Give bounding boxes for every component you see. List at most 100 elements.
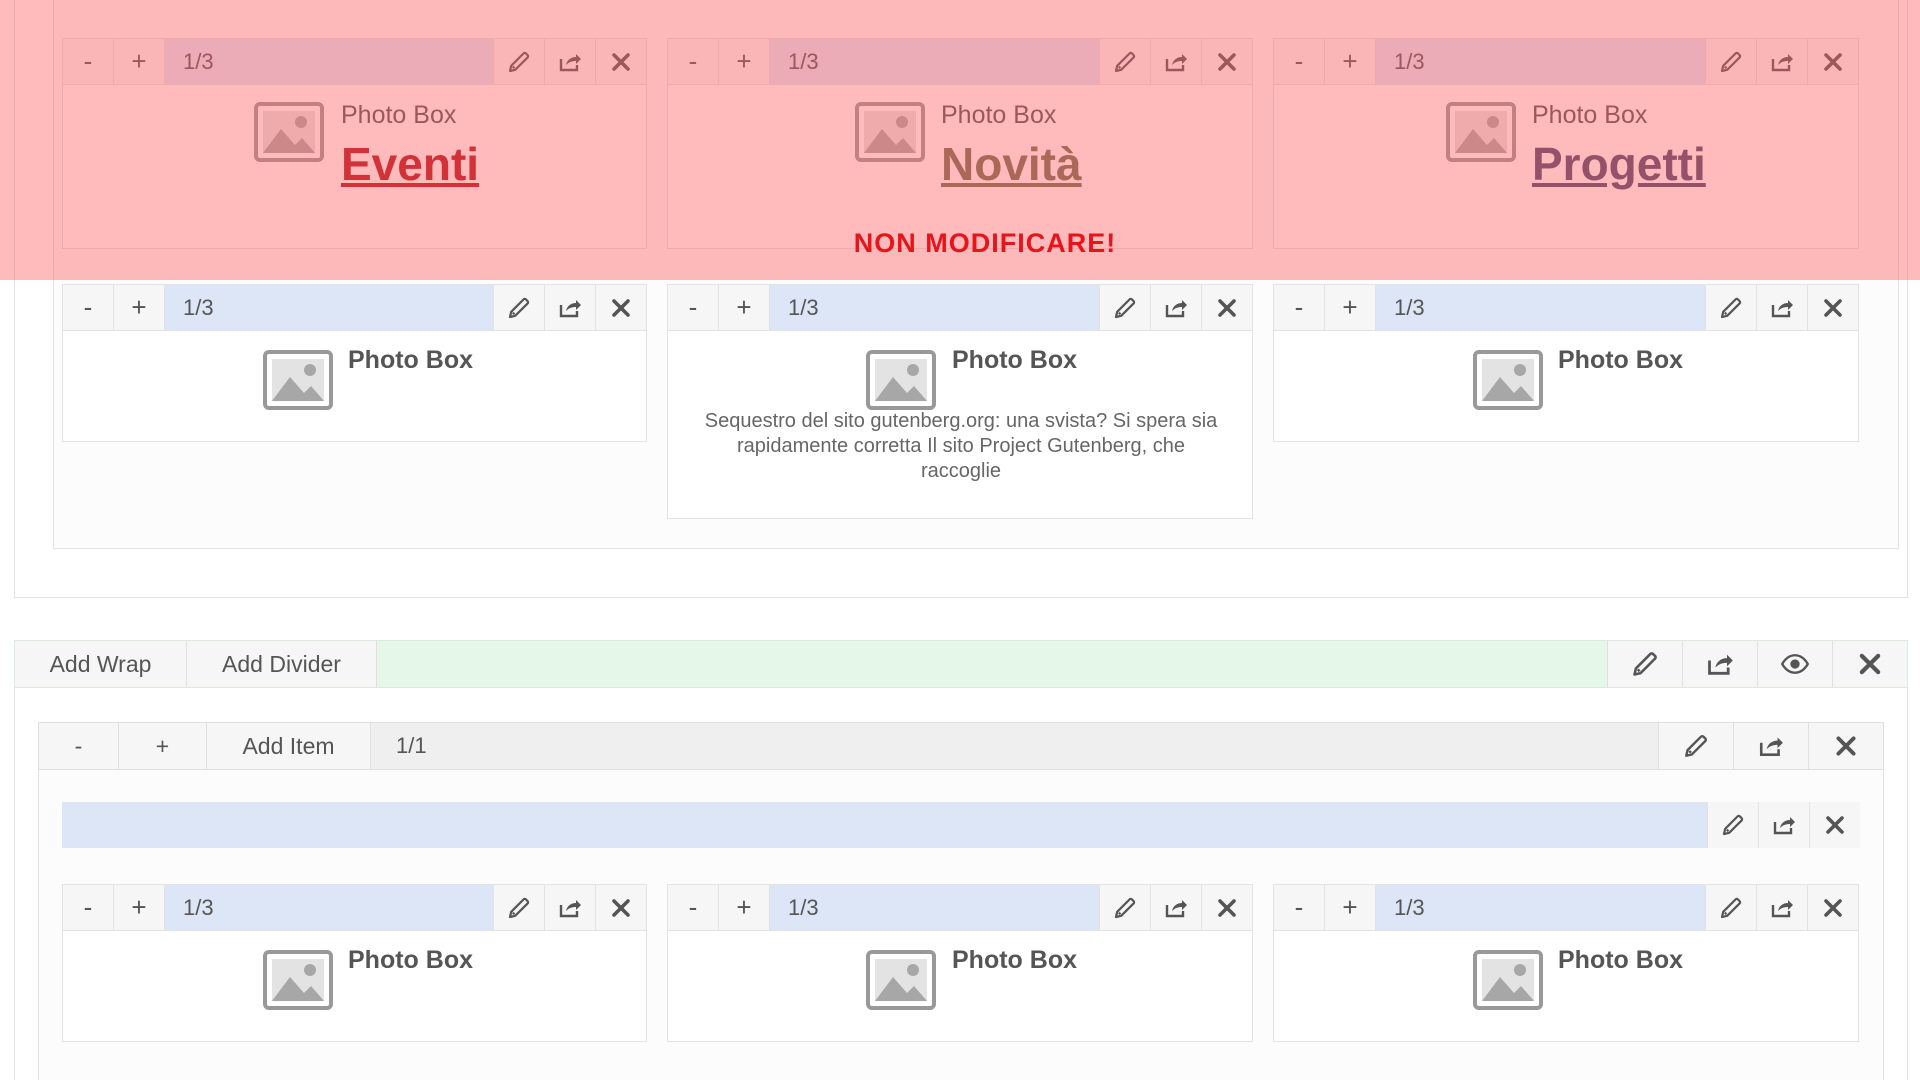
edit-button[interactable] — [1099, 285, 1150, 330]
edit-button[interactable] — [1705, 885, 1756, 930]
minus-button[interactable]: - — [668, 285, 719, 330]
close-icon — [1856, 650, 1884, 678]
move-button[interactable] — [1682, 641, 1757, 687]
excerpt-line: raccoglie — [920, 460, 1002, 482]
plus-button[interactable]: + — [1325, 285, 1376, 330]
minus-button[interactable]: - — [63, 39, 114, 84]
move-button[interactable] — [544, 39, 595, 84]
image-placeholder-icon — [254, 102, 324, 162]
add-divider-button[interactable]: Add Divider — [187, 641, 377, 687]
row-toolbar: - + Add Item 1/1 — [38, 722, 1884, 770]
edit-button[interactable] — [1099, 39, 1150, 84]
move-button[interactable] — [1756, 885, 1807, 930]
plus-button[interactable]: + — [119, 723, 207, 769]
move-button[interactable] — [1756, 285, 1807, 330]
pencil-icon — [1719, 896, 1743, 920]
share-icon — [558, 50, 582, 74]
minus-button[interactable]: - — [39, 723, 119, 769]
close-icon — [609, 896, 633, 920]
plus-button[interactable]: + — [114, 885, 165, 930]
close-icon — [1821, 896, 1845, 920]
minus-button[interactable]: - — [63, 285, 114, 330]
minus-button[interactable]: - — [1274, 285, 1325, 330]
delete-button[interactable] — [595, 285, 646, 330]
delete-button[interactable] — [1807, 39, 1858, 84]
share-icon — [1772, 813, 1796, 837]
close-icon — [1215, 296, 1239, 320]
edit-button[interactable] — [1707, 802, 1758, 848]
image-placeholder-icon — [855, 102, 925, 162]
share-icon — [1770, 296, 1794, 320]
photo-box: - + 1/3 Photo Box — [62, 284, 647, 442]
plus-button[interactable]: + — [114, 285, 165, 330]
photo-box: - + 1/3 Photo Box — [667, 884, 1253, 1042]
add-wrap-button[interactable]: Add Wrap — [15, 641, 187, 687]
delete-button[interactable] — [1807, 285, 1858, 330]
pencil-icon — [1113, 296, 1137, 320]
photo-box-title: Photo Box — [952, 346, 1077, 374]
move-button[interactable] — [1758, 802, 1809, 848]
add-item-button[interactable]: Add Item — [207, 723, 371, 769]
plus-button[interactable]: + — [719, 885, 770, 930]
photo-box-eventi: - + 1/3 Photo Box Eventi — [62, 38, 647, 249]
eye-icon — [1781, 650, 1809, 678]
move-button[interactable] — [1150, 39, 1201, 84]
move-button[interactable] — [1733, 723, 1808, 769]
edit-button[interactable] — [1705, 285, 1756, 330]
delete-button[interactable] — [1809, 802, 1860, 848]
photo-box-with-excerpt: - + 1/3 Photo Box Sequestro del sito gut… — [667, 284, 1253, 519]
minus-button[interactable]: - — [668, 39, 719, 84]
minus-button[interactable]: - — [1274, 39, 1325, 84]
delete-button[interactable] — [1201, 39, 1252, 84]
novita-link[interactable]: Novità — [941, 137, 1082, 191]
edit-button[interactable] — [1658, 723, 1733, 769]
progetti-link[interactable]: Progetti — [1532, 137, 1706, 191]
delete-button[interactable] — [595, 885, 646, 930]
minus-button[interactable]: - — [63, 885, 114, 930]
photo-box-title: Photo Box — [1558, 346, 1683, 374]
minus-button[interactable]: - — [668, 885, 719, 930]
move-button[interactable] — [1756, 39, 1807, 84]
edit-button[interactable] — [493, 285, 544, 330]
pencil-icon — [1113, 50, 1137, 74]
size-label: 1/3 — [183, 894, 214, 920]
plus-button[interactable]: + — [1325, 39, 1376, 84]
plus-button[interactable]: + — [719, 285, 770, 330]
minus-button[interactable]: - — [1274, 885, 1325, 930]
move-button[interactable] — [1150, 885, 1201, 930]
eventi-link[interactable]: Eventi — [341, 137, 479, 191]
photo-box: - + 1/3 Photo Box — [1273, 284, 1859, 442]
close-icon — [1823, 813, 1847, 837]
excerpt-line: Sequestro del sito gutenberg.org: una sv… — [704, 410, 1218, 432]
delete-button[interactable] — [595, 39, 646, 84]
photo-box-title: Photo Box — [952, 946, 1077, 974]
edit-button[interactable] — [1607, 641, 1682, 687]
plus-button[interactable]: + — [114, 39, 165, 84]
edit-button[interactable] — [493, 39, 544, 84]
share-icon — [1164, 296, 1188, 320]
delete-button[interactable] — [1832, 641, 1907, 687]
visibility-button[interactable] — [1757, 641, 1832, 687]
move-button[interactable] — [544, 285, 595, 330]
delete-button[interactable] — [1808, 723, 1883, 769]
pencil-icon — [1721, 813, 1745, 837]
move-button[interactable] — [544, 885, 595, 930]
close-icon — [1215, 50, 1239, 74]
plus-button[interactable]: + — [719, 39, 770, 84]
photo-box: - + 1/3 Photo Box — [1273, 884, 1859, 1042]
plus-button[interactable]: + — [1325, 885, 1376, 930]
edit-button[interactable] — [493, 885, 544, 930]
pencil-icon — [1113, 896, 1137, 920]
pencil-icon — [1719, 296, 1743, 320]
delete-button[interactable] — [1807, 885, 1858, 930]
close-icon — [1821, 50, 1845, 74]
share-icon — [558, 296, 582, 320]
pencil-icon — [1683, 733, 1709, 759]
photo-box-title: Photo Box — [1558, 946, 1683, 974]
delete-button[interactable] — [1201, 885, 1252, 930]
move-button[interactable] — [1150, 285, 1201, 330]
edit-button[interactable] — [1705, 39, 1756, 84]
close-icon — [1821, 296, 1845, 320]
delete-button[interactable] — [1201, 285, 1252, 330]
edit-button[interactable] — [1099, 885, 1150, 930]
